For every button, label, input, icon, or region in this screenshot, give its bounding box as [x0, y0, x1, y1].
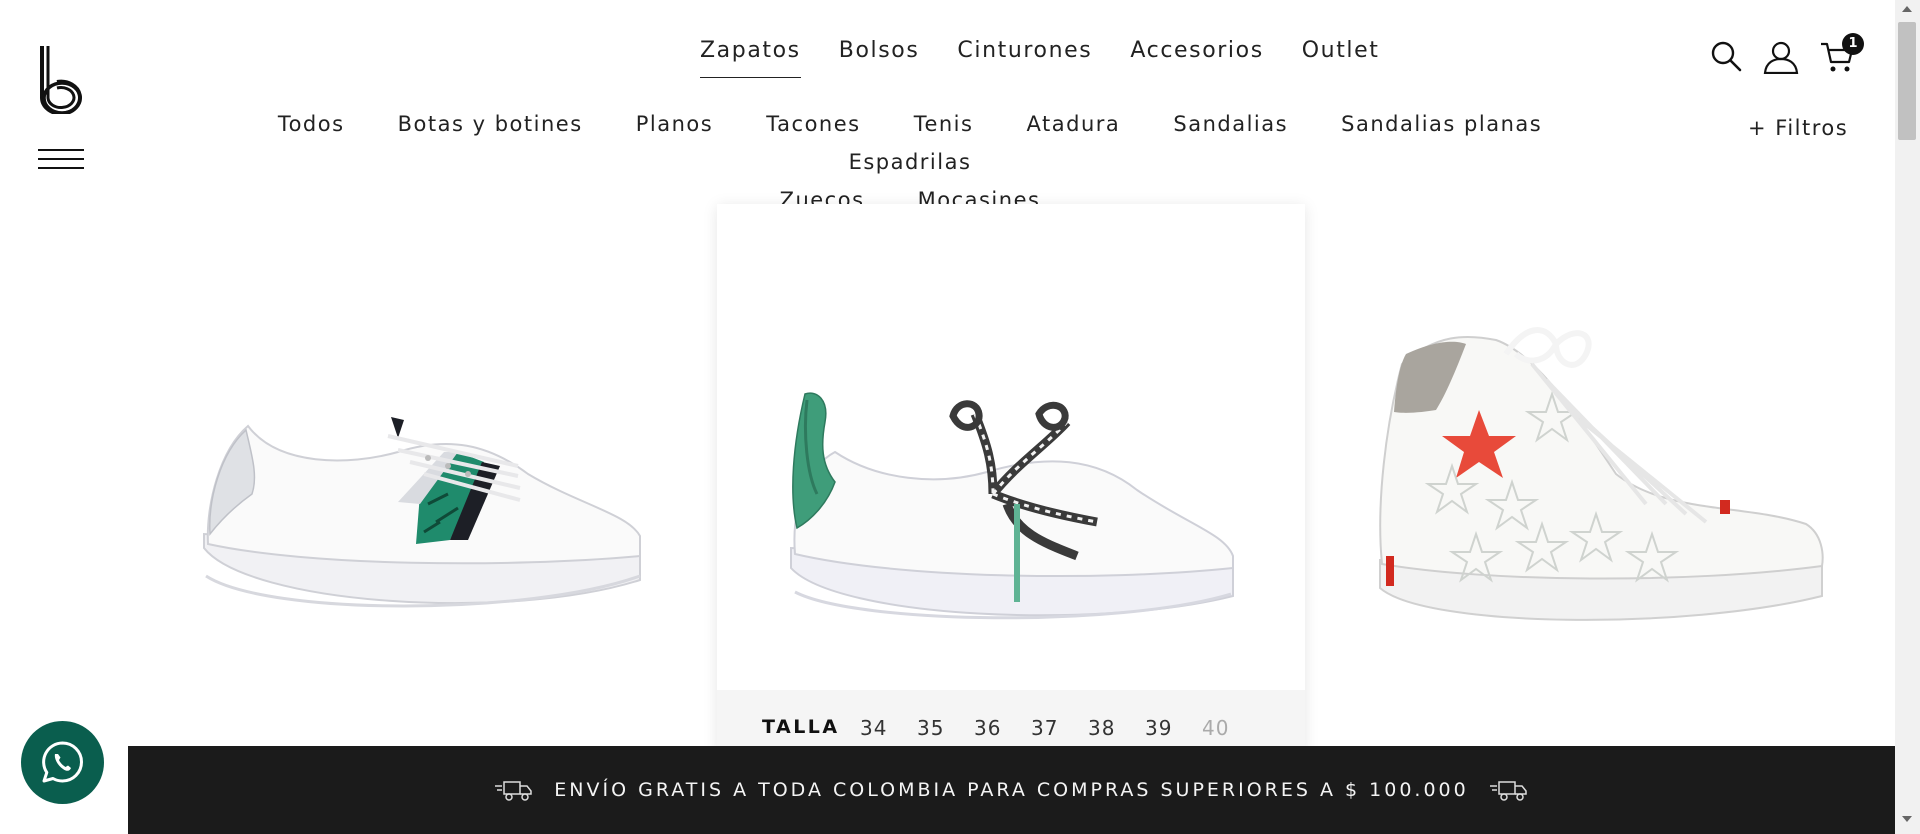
scrollbar-thumb[interactable]	[1898, 22, 1916, 140]
page: Zapatos Bolsos Cinturones Accesorios Out…	[0, 0, 1920, 834]
hamburger-menu-icon[interactable]	[38, 149, 84, 171]
size-option-37[interactable]: 37	[1031, 716, 1088, 740]
delivery-truck-icon	[495, 781, 533, 801]
high-top-sneaker-icon	[1379, 327, 1824, 621]
size-option-34[interactable]: 34	[860, 716, 917, 740]
whatsapp-button[interactable]	[21, 721, 104, 804]
size-option-36[interactable]: 36	[974, 716, 1031, 740]
category-atadura[interactable]: Atadura	[1027, 106, 1121, 142]
category-tenis[interactable]: Tenis	[914, 106, 974, 142]
delivery-truck-icon	[1489, 781, 1527, 801]
category-sandalias[interactable]: Sandalias	[1173, 106, 1288, 142]
size-option-39[interactable]: 39	[1145, 716, 1202, 740]
size-option-38[interactable]: 38	[1088, 716, 1145, 740]
nav-item-cinturones[interactable]: Cinturones	[957, 38, 1092, 78]
nav-item-accesorios[interactable]: Accesorios	[1130, 38, 1263, 78]
category-espadrilas[interactable]: Espadrilas	[849, 144, 972, 180]
category-tacones[interactable]: Tacones	[766, 106, 860, 142]
size-option-35[interactable]: 35	[917, 716, 974, 740]
main-nav: Zapatos Bolsos Cinturones Accesorios Out…	[700, 38, 1418, 78]
scroll-down-arrow-icon[interactable]	[1902, 816, 1912, 822]
category-nav: Todos Botas y botines Planos Tacones Ten…	[200, 106, 1620, 220]
product-card-hover[interactable]: TALLA 34 35 36 37 38 39 40	[717, 204, 1305, 754]
scroll-up-arrow-icon[interactable]	[1902, 6, 1912, 12]
nav-item-zapatos[interactable]: Zapatos	[700, 38, 801, 78]
whatsapp-icon	[42, 741, 83, 783]
product-card[interactable]	[128, 204, 716, 754]
size-label: TALLA	[762, 716, 840, 738]
category-todos[interactable]: Todos	[278, 106, 345, 142]
size-option-40-unavailable: 40	[1202, 716, 1230, 740]
category-botas-y-botines[interactable]: Botas y botines	[398, 106, 583, 142]
product-card[interactable]	[1306, 204, 1894, 754]
nav-item-outlet[interactable]: Outlet	[1302, 38, 1380, 78]
category-planos[interactable]: Planos	[636, 106, 713, 142]
search-icon[interactable]	[1710, 40, 1742, 72]
nav-item-bolsos[interactable]: Bolsos	[839, 38, 920, 78]
filters-button[interactable]: + Filtros	[1748, 116, 1848, 140]
free-shipping-banner: ENVÍO GRATIS A TODA COLOMBIA PARA COMPRA…	[128, 746, 1895, 834]
sneaker-icon	[203, 417, 641, 608]
free-shipping-text: ENVÍO GRATIS A TODA COLOMBIA PARA COMPRA…	[554, 779, 1469, 801]
user-icon[interactable]	[1762, 40, 1800, 74]
cart-count-badge: 1	[1842, 33, 1864, 55]
brand-logo[interactable]	[38, 44, 84, 114]
size-options: 34 35 36 37 38 39 40	[860, 716, 1259, 740]
sneaker-icon	[790, 392, 1234, 620]
category-sandalias-planas[interactable]: Sandalias planas	[1341, 106, 1542, 142]
